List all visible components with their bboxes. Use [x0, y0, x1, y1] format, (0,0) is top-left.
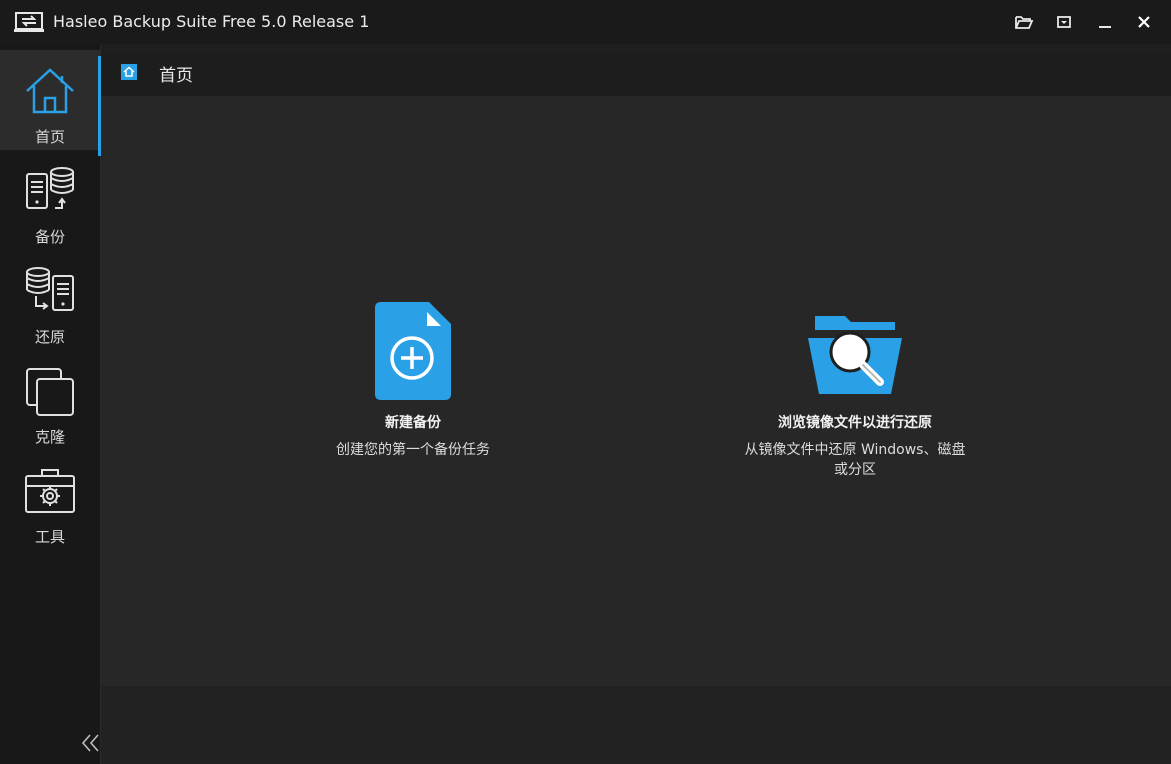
tools-icon — [24, 466, 76, 518]
home-content: 新建备份 创建您的第一个备份任务 浏览镜像文件以进行还原 从镜像文件中还原 Wi… — [101, 96, 1171, 686]
footer-area — [101, 686, 1171, 764]
sidebar: 首页 备份 还原 克隆 工具 — [0, 44, 101, 764]
new-backup-title: 新建备份 — [385, 415, 441, 431]
page-title: 首页 — [159, 66, 193, 86]
home-icon — [24, 66, 76, 118]
open-folder-icon[interactable] — [1013, 11, 1035, 33]
clone-icon — [24, 366, 76, 418]
browse-image-desc-line2: 或分区 — [834, 462, 876, 478]
restore-icon — [24, 266, 76, 318]
browse-image-desc-line1: 从镜像文件中还原 Windows、磁盘 — [744, 442, 966, 458]
sidebar-item-label: 还原 — [34, 328, 65, 346]
close-icon[interactable] — [1133, 11, 1155, 33]
sidebar-item-clone[interactable]: 克隆 — [0, 350, 100, 450]
minimize-icon[interactable] — [1094, 11, 1116, 33]
menu-dropdown-icon[interactable] — [1053, 11, 1075, 33]
home-small-icon — [121, 64, 137, 80]
main-panel: 首页 新建备份 创建您的第一个备份任务 浏览镜像文件以进行还原 从镜像文件中还原… — [101, 44, 1171, 764]
sidebar-item-backup[interactable]: 备份 — [0, 150, 100, 250]
browse-image-card[interactable]: 浏览镜像文件以进行还原 从镜像文件中还原 Windows、磁盘 或分区 — [725, 302, 985, 480]
sidebar-item-home[interactable]: 首页 — [0, 50, 101, 156]
backup-icon — [24, 166, 76, 218]
sidebar-item-label: 克隆 — [34, 428, 65, 446]
double-chevron-left-icon[interactable] — [80, 732, 102, 754]
new-backup-card[interactable]: 新建备份 创建您的第一个备份任务 — [313, 302, 513, 460]
window-title: Hasleo Backup Suite Free 5.0 Release 1 — [53, 12, 370, 31]
app-logo-icon — [14, 11, 44, 33]
folder-search-icon — [805, 302, 905, 402]
sidebar-item-label: 备份 — [34, 228, 65, 246]
sidebar-item-tools[interactable]: 工具 — [0, 450, 100, 550]
breadcrumb: 首页 — [101, 52, 1171, 96]
sidebar-item-label: 首页 — [34, 128, 65, 146]
browse-image-desc: 从镜像文件中还原 Windows、磁盘 或分区 — [725, 440, 985, 480]
browse-image-title: 浏览镜像文件以进行还原 — [778, 415, 932, 431]
sidebar-item-label: 工具 — [34, 528, 65, 546]
sidebar-item-restore[interactable]: 还原 — [0, 250, 100, 350]
new-file-plus-icon — [373, 302, 453, 402]
title-bar: Hasleo Backup Suite Free 5.0 Release 1 — [0, 0, 1171, 44]
new-backup-desc: 创建您的第一个备份任务 — [336, 442, 490, 458]
